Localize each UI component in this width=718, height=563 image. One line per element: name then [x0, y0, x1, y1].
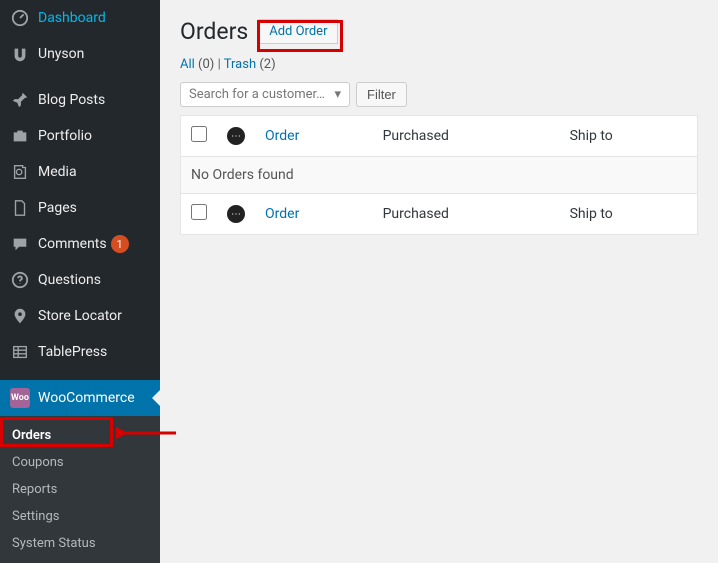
tablenav-top: Search for a customer… ▾ Filter [180, 82, 698, 107]
submenu-item-coupons[interactable]: Coupons [0, 449, 160, 476]
heading-row: Orders Add Order [180, 18, 698, 45]
customer-search-placeholder: Search for a customer… [189, 87, 325, 102]
sidebar-item-unyson[interactable]: Unyson [0, 36, 160, 72]
submenu-item-system-status[interactable]: System Status [0, 530, 160, 557]
sidebar-item-portfolio[interactable]: Portfolio [0, 118, 160, 154]
table-header-row: ⋯ Order Purchased Ship to [181, 116, 698, 157]
sidebar-label: Questions [38, 272, 101, 288]
sidebar-item-questions[interactable]: Questions [0, 262, 160, 298]
select-all-footer [181, 194, 218, 235]
select-all-header [181, 116, 218, 157]
portfolio-icon [10, 126, 30, 146]
shipto-column-footer: Ship to [560, 194, 698, 235]
status-icon: ⋯ [227, 205, 245, 223]
sidebar-item-pages[interactable]: Pages [0, 190, 160, 226]
dashboard-icon [10, 8, 30, 28]
order-column-header[interactable]: Order [255, 116, 373, 157]
sidebar-label: WooCommerce [38, 390, 135, 406]
sidebar-label: Dashboard [38, 10, 106, 26]
sidebar-item-tablepress[interactable]: TablePress [0, 334, 160, 370]
sidebar-label: Store Locator [38, 308, 122, 324]
sidebar-label: Portfolio [38, 128, 92, 144]
chevron-down-icon: ▾ [334, 87, 341, 102]
customer-search-dropdown[interactable]: Search for a customer… ▾ [180, 82, 350, 107]
sidebar-item-media[interactable]: Media [0, 154, 160, 190]
orders-table: ⋯ Order Purchased Ship to No Orders foun… [180, 115, 698, 235]
admin-sidebar: Dashboard Unyson Blog Posts Portfolio Me… [0, 0, 160, 563]
no-items-message: No Orders found [181, 157, 698, 194]
submenu-item-reports[interactable]: Reports [0, 476, 160, 503]
filter-trash-link[interactable]: Trash [224, 57, 256, 72]
sidebar-label: Media [38, 164, 77, 180]
sidebar-label: Unyson [38, 46, 84, 62]
main-content: Orders Add Order All (0) | Trash (2) Sea… [160, 0, 718, 563]
purchased-column-footer: Purchased [373, 194, 560, 235]
sidebar-label: Blog Posts [38, 92, 105, 108]
select-all-checkbox-footer[interactable] [191, 204, 207, 220]
pin-icon [10, 90, 30, 110]
questions-icon [10, 270, 30, 290]
sidebar-label: Pages [38, 200, 77, 216]
table-footer-row: ⋯ Order Purchased Ship to [181, 194, 698, 235]
woocommerce-submenu: Orders Coupons Reports Settings System S… [0, 416, 160, 563]
filter-button[interactable]: Filter [356, 82, 407, 107]
order-column-footer[interactable]: Order [255, 194, 373, 235]
submenu-item-orders[interactable]: Orders [0, 422, 160, 449]
sidebar-item-woocommerce[interactable]: Woo WooCommerce [0, 380, 160, 416]
table-icon [10, 342, 30, 362]
sidebar-label: TablePress [38, 344, 107, 360]
unyson-icon [10, 44, 30, 64]
sidebar-item-blog-posts[interactable]: Blog Posts [0, 82, 160, 118]
select-all-checkbox[interactable] [191, 126, 207, 142]
sidebar-item-dashboard[interactable]: Dashboard [0, 0, 160, 36]
comments-count-badge: 1 [111, 235, 129, 253]
submenu-item-settings[interactable]: Settings [0, 503, 160, 530]
comments-icon [10, 234, 30, 254]
sidebar-item-store-locator[interactable]: Store Locator [0, 298, 160, 334]
status-header: ⋯ [217, 116, 255, 157]
sidebar-item-comments[interactable]: Comments 1 [0, 226, 160, 262]
status-footer: ⋯ [217, 194, 255, 235]
no-items-row: No Orders found [181, 157, 698, 194]
sidebar-label: Comments [38, 236, 107, 252]
filter-all-count: (0) [198, 57, 214, 72]
status-filter-links: All (0) | Trash (2) [180, 57, 698, 72]
filter-all-link[interactable]: All [180, 57, 195, 72]
add-order-button[interactable]: Add Order [258, 19, 338, 44]
location-icon [10, 306, 30, 326]
shipto-column-header: Ship to [560, 116, 698, 157]
media-icon [10, 162, 30, 182]
filter-trash-count: (2) [259, 57, 275, 72]
page-title: Orders [180, 18, 248, 45]
pages-icon [10, 198, 30, 218]
status-icon: ⋯ [227, 127, 245, 145]
purchased-column-header: Purchased [373, 116, 560, 157]
woocommerce-icon: Woo [10, 388, 30, 408]
